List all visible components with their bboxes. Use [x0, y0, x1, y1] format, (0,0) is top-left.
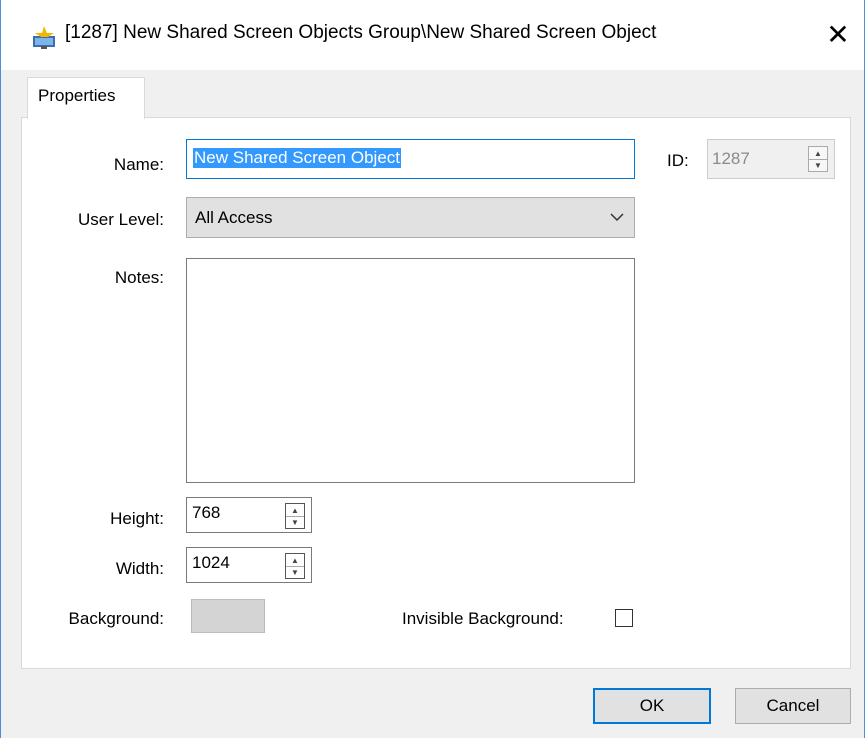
spin-down-icon: ▼ — [814, 160, 822, 170]
screen-object-icon — [33, 26, 55, 49]
height-spinner[interactable]: ▲ ▼ — [285, 503, 305, 529]
width-label: Width: — [115, 559, 164, 578]
width-spinner[interactable]: ▲ ▼ — [285, 553, 305, 579]
title-bar: [1287] New Shared Screen Objects Group\N… — [1, 0, 864, 70]
tab-properties[interactable]: Properties — [27, 77, 145, 119]
width-input[interactable]: 1024 ▲ ▼ — [186, 547, 312, 583]
id-value: 1287 — [712, 149, 750, 168]
id-label: ID: — [667, 151, 689, 170]
notes-label: Notes: — [114, 268, 164, 287]
height-input[interactable]: 768 ▲ ▼ — [186, 497, 312, 533]
user-level-dropdown[interactable]: All Access — [186, 197, 635, 238]
spin-down-icon[interactable]: ▼ — [286, 516, 304, 528]
id-spinner: ▲ ▼ — [808, 146, 828, 172]
spin-down-icon[interactable]: ▼ — [286, 566, 304, 578]
height-value: 768 — [192, 503, 221, 522]
name-input[interactable]: New Shared Screen Object — [186, 139, 635, 179]
close-button[interactable]: ✕ — [818, 14, 858, 54]
name-label: Name: — [113, 155, 164, 174]
ok-button[interactable]: OK — [593, 688, 711, 724]
invisible-background-label: Invisible Background: — [402, 609, 564, 628]
window-title: [1287] New Shared Screen Objects Group\N… — [65, 22, 657, 43]
invisible-background-checkbox[interactable] — [615, 609, 633, 627]
notes-textarea[interactable] — [186, 258, 635, 483]
background-color-button[interactable] — [191, 599, 265, 633]
id-field: 1287 ▲ ▼ — [707, 139, 835, 179]
chevron-down-icon — [610, 204, 624, 235]
height-label: Height: — [110, 509, 164, 528]
width-value: 1024 — [192, 553, 230, 572]
tab-label: Properties — [38, 86, 116, 105]
name-input-value: New Shared Screen Object — [193, 148, 401, 168]
cancel-button[interactable]: Cancel — [735, 688, 851, 724]
user-level-value: All Access — [195, 208, 273, 227]
close-icon: ✕ — [826, 18, 850, 50]
dialog-window: [1287] New Shared Screen Objects Group\N… — [0, 0, 865, 738]
user-level-label: User Level: — [78, 210, 164, 229]
background-label: Background: — [68, 609, 164, 628]
